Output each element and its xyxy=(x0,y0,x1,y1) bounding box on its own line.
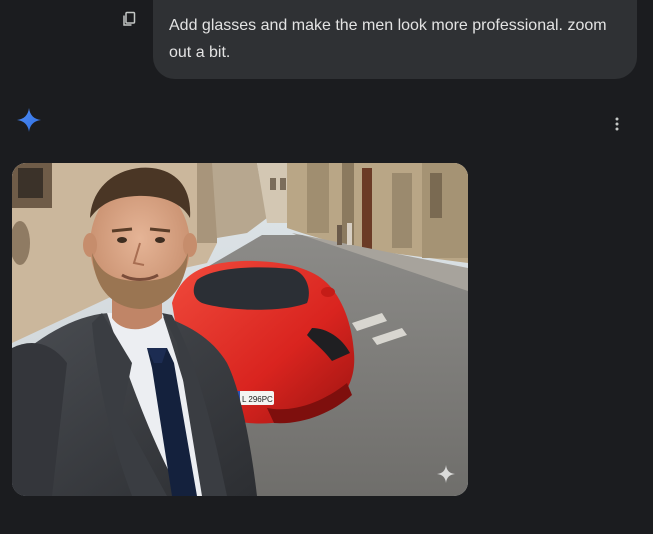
copy-icon xyxy=(123,11,136,26)
more-options-button[interactable] xyxy=(605,112,629,136)
user-prompt-bubble: Add glasses and make the men look more p… xyxy=(153,0,637,79)
user-prompt-text: Add glasses and make the men look more p… xyxy=(169,17,607,61)
license-plate-text: L 296PC xyxy=(242,395,273,404)
copy-prompt-button[interactable] xyxy=(118,8,140,30)
more-vert-icon xyxy=(615,117,619,131)
sparkle-icon xyxy=(17,108,41,132)
sparkle-watermark-icon xyxy=(437,465,455,483)
generated-image[interactable]: L 296PC xyxy=(12,163,468,496)
generated-image-illustration: L 296PC xyxy=(12,163,468,496)
chat-page: Add glasses and make the men look more p… xyxy=(0,0,653,534)
